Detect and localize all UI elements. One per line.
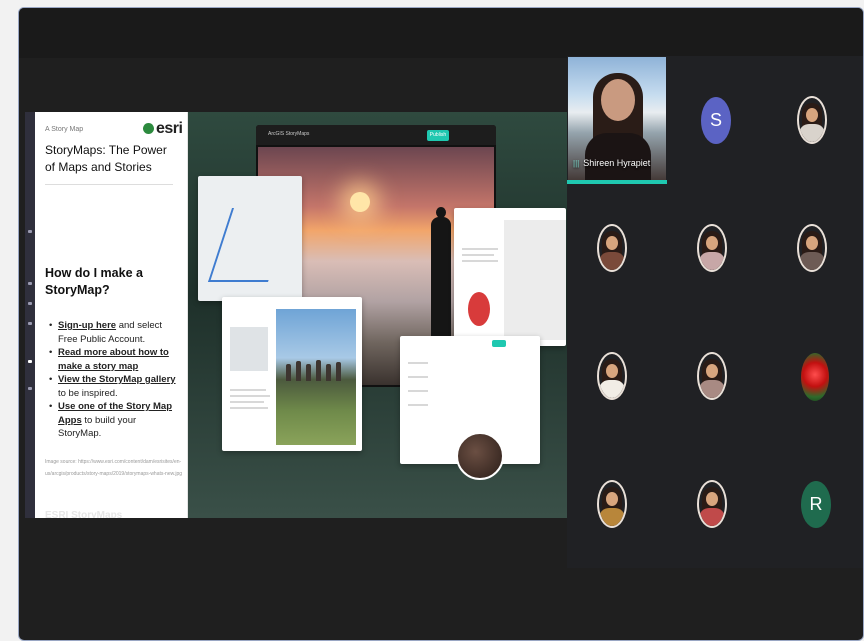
participant-tile[interactable] [767,56,863,184]
list-item: View the StoryMap gallery to be inspired… [49,373,181,400]
moai-statue [336,362,341,381]
bullet-text: to be inspired. [58,387,118,399]
faded-footer: ESRI StoryMaps [45,510,123,518]
africa-map [504,220,566,340]
participant-tile[interactable] [667,440,767,568]
participant-tile[interactable]: R [767,440,863,568]
route-line [207,208,293,282]
top-bar [19,8,863,58]
speaker-name-tag: ||| Shireen Hyrapiet [573,158,650,168]
participant-tile[interactable] [767,312,863,440]
moai-statue [316,360,321,381]
slide-text-panel: A Story Map esri StoryMaps: The Power of… [25,112,188,518]
text-line [230,401,264,403]
meeting-window: A Story Map esri StoryMaps: The Power of… [18,7,864,641]
silhouette-figure [430,207,452,347]
letter-avatar: S [701,97,731,144]
rail-up-arrow[interactable] [28,230,32,233]
list-item: Sign-up here and select Free Public Acco… [49,319,181,346]
read-more-link[interactable]: Read more about how to make a story map [58,347,169,372]
list-item: Read more about how to make a story map [49,346,181,373]
participant-tile[interactable] [667,312,767,440]
round-photo [456,432,504,480]
red-chart [468,292,490,326]
bullet-list: Sign-up here and select Free Public Acco… [49,319,181,441]
globe-icon [143,123,154,134]
avatar [597,224,627,272]
story-card-africa [454,208,566,346]
avatar [797,224,827,272]
participant-tile[interactable] [567,312,667,440]
story-card-moai [222,297,362,451]
text-line [408,390,428,392]
slide-breadcrumb: A Story Map [45,126,84,133]
participant-gallery: ||| Shireen Hyrapiet S R [567,56,863,568]
text-line [462,248,498,250]
slide-heading: How do I make a StoryMap? [45,266,143,297]
text-line [230,395,270,397]
rail-down-arrow[interactable] [28,387,32,390]
app-title: ArcGIS StoryMaps [268,131,310,137]
avatar [697,352,727,400]
slide-title: StoryMaps: The Power of Maps and Stories [45,143,167,174]
storymaps-collage-image: ArcGIS StoryMaps Publish [188,112,567,518]
publish-button: Publish [427,130,449,141]
avatar [797,96,827,144]
moai-statue [286,364,291,381]
shared-slide: A Story Map esri StoryMaps: The Power of… [25,112,567,518]
audio-level-icon: ||| [573,159,580,168]
title-divider [45,184,173,185]
text-line [462,254,494,256]
text-line [408,362,428,364]
letter-avatar: R [801,481,831,528]
sun [350,192,370,212]
flower-avatar [801,353,829,401]
participant-tile[interactable]: S [667,56,767,184]
participant-tile[interactable] [767,184,863,312]
text-line [462,260,498,262]
text-line [408,376,428,378]
moai-statue [326,364,331,381]
speaker-name: Shireen Hyrapiet [583,158,651,168]
rail-dot-active[interactable] [28,360,32,363]
participant-tile[interactable] [567,440,667,568]
list-item: Use one of the Story Map Apps to build y… [49,400,181,441]
avatar [597,352,627,400]
rail-dot[interactable] [28,282,32,285]
participant-tile[interactable] [567,184,667,312]
image-credit: Image source: https://www.esri.com/conte… [45,459,183,477]
text-line [408,404,428,406]
text-line [230,389,266,391]
text-line [230,407,268,409]
avatar [697,480,727,528]
esri-logo-text: esri [156,120,183,137]
rail-dot[interactable] [28,322,32,325]
app-toolbar: ArcGIS StoryMaps Publish [256,125,496,145]
participant-tile[interactable] [667,184,767,312]
rail-dot[interactable] [28,302,32,305]
signup-link[interactable]: Sign-up here [58,320,116,331]
speaker-tile[interactable]: ||| Shireen Hyrapiet [567,56,667,184]
mini-map [230,327,268,371]
moai-statue [296,361,301,381]
gallery-link[interactable]: View the StoryMap gallery [58,374,176,385]
avatar [697,224,727,272]
avatar [597,480,627,528]
esri-logo: esri [143,120,183,138]
builder-button [492,340,506,347]
slide-nav-rail[interactable] [25,112,35,518]
moai-photo [276,309,356,445]
map-card [198,176,302,301]
moai-statue [306,364,311,381]
